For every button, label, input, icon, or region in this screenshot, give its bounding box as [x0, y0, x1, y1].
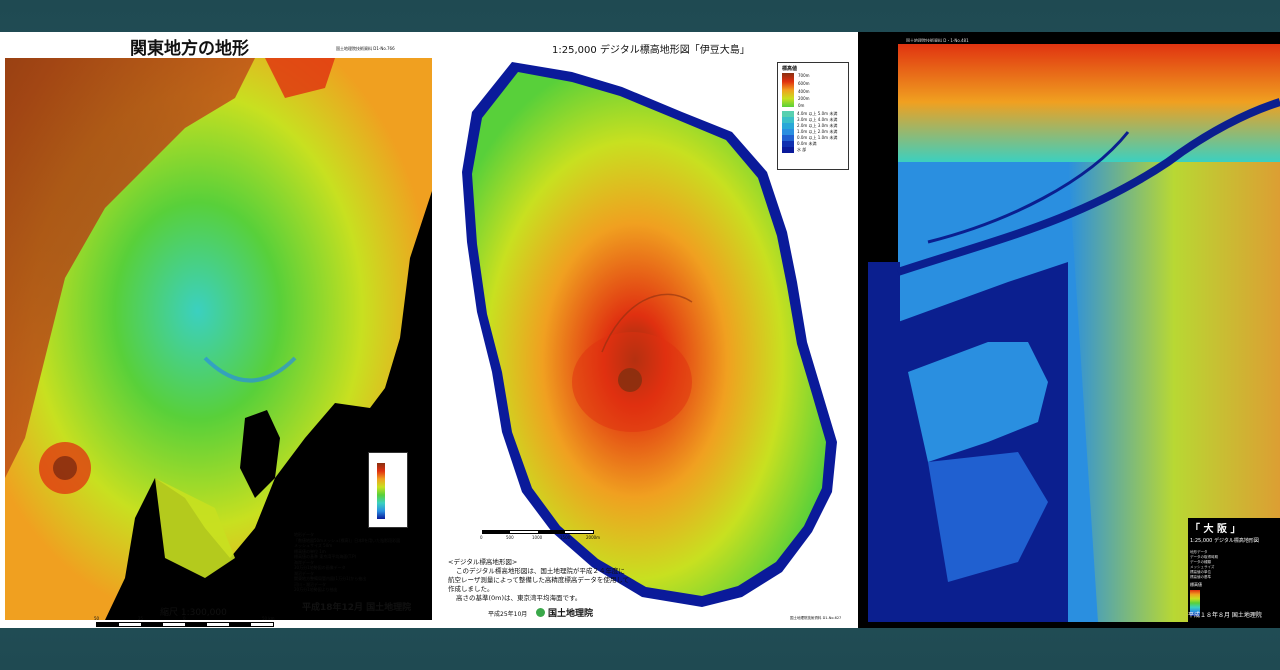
- izu-scale-bar: [482, 530, 594, 534]
- izu-legend-label: 水 部: [797, 147, 807, 152]
- izu-note-line: このデジタル標高地形図は、国土地理院が平成２４年度に: [456, 567, 625, 575]
- osaka-title: 「 大 阪 」: [1190, 524, 1241, 535]
- izu-date: 平成25年10月: [488, 611, 528, 618]
- izu-note: <デジタル標高地形図> このデジタル標高地形図は、国土地理院が平成２４年度に 航…: [448, 558, 629, 603]
- kanto-map-panel: 関東地方の地形 国土地理院技術資料 D1-No.766 地形データ 「数値地図5…: [0, 32, 432, 628]
- gsi-logo-icon: [536, 608, 545, 617]
- izu-legend-label: 400m: [798, 89, 810, 94]
- kanto-date-org: 平成18年12月 国土地理院: [302, 603, 412, 613]
- izu-scale-tick: 1000: [532, 535, 543, 540]
- osaka-legend-title: 標高値: [1190, 582, 1202, 587]
- kanto-scale-tick: 50 km: [262, 616, 275, 621]
- izu-scale-tick: 0: [480, 535, 483, 540]
- osaka-map-panel: 国土地理院技術資料 D・1-No.481 「 大 阪 」 1:25,000 デジ…: [858, 32, 1280, 628]
- izu-note-heading: <デジタル標高地形図>: [448, 558, 518, 566]
- izu-legend: 標高値 700m 600m 400m 200m 0m 4.0m 以上 5.0m …: [777, 62, 849, 170]
- izu-org: 国土地理院: [548, 609, 594, 619]
- izu-scale-tick: 1500: [560, 535, 571, 540]
- izu-scale-tick: 2000m: [586, 535, 601, 540]
- kanto-scale-tick: 0: [183, 616, 186, 621]
- izu-legend-label: 0m: [798, 103, 805, 108]
- kanto-scale-bar: [96, 622, 274, 627]
- izu-doc-id: 国土地理院技術資料 D1-No.627: [790, 616, 842, 620]
- kanto-title: 関東地方の地形: [130, 39, 249, 59]
- kanto-doc-id: 国土地理院技術資料 D1-No.766: [336, 46, 395, 51]
- izu-legend-ramp: [782, 73, 794, 107]
- osaka-notes: 地形データ データの取得時期 データの種類 メッシュサイズ 標高値の単位 標高値…: [1190, 550, 1280, 580]
- izu-legend-label: 600m: [798, 81, 810, 86]
- izu-note-line: 航空レーザ測量によって整備した高精度標高データを使用して: [448, 576, 630, 584]
- izu-note-line: 高さの基準(0m)は、東京湾平均海面です。: [456, 594, 582, 602]
- kanto-scale-tick: 25: [138, 616, 144, 621]
- kanto-scale-text: 縮尺 1:300,000: [160, 608, 227, 618]
- osaka-subtitle: 1:25,000 デジタル標高地形図: [1190, 538, 1259, 544]
- kanto-legend: [368, 452, 408, 528]
- izu-scale-tick: 500: [506, 535, 514, 540]
- kanto-notes: 地形データ 「数値地図50mメッシュ(標高)」日本Ⅱを用いた陰影段彩図 メッシュ…: [294, 532, 400, 593]
- izu-note-line: 作成しました。: [448, 585, 494, 593]
- kanto-legend-ramp: [377, 463, 385, 519]
- kanto-scale-tick: 50: [94, 616, 100, 621]
- kanto-note: 20万分1地勢図より抽出: [294, 587, 338, 592]
- izu-legend-title: 標高値: [782, 66, 798, 72]
- izu-oshima-map-panel: 1:25,000 デジタル標高地形図「伊豆大島」 標高値 700m 600m 4…: [432, 32, 858, 628]
- osaka-date-org: 平成１８年８月 国土地理院: [1188, 612, 1262, 619]
- osaka-note: 標高値の基準: [1190, 575, 1211, 579]
- izu-legend-label: 700m: [798, 73, 810, 78]
- izu-legend-label: 200m: [798, 96, 810, 101]
